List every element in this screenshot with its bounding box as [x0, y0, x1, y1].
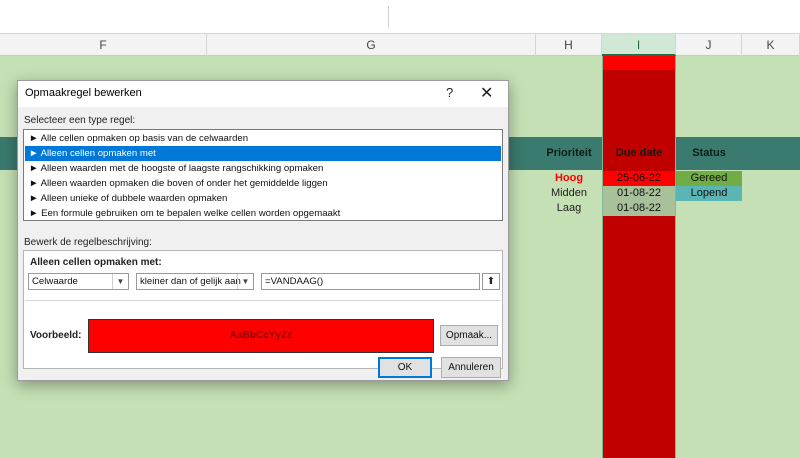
cell-prioriteit-3[interactable]: Laag: [536, 201, 602, 216]
close-icon[interactable]: ✕: [480, 83, 493, 103]
cell-prioriteit-2[interactable]: Midden: [536, 186, 602, 201]
ribbon-strip: [0, 0, 800, 34]
rule-type-item[interactable]: ► Alle cellen opmaken op basis van de ce…: [25, 131, 501, 146]
rule-type-item[interactable]: ► Alleen waarden met de hoogste of laags…: [25, 161, 501, 176]
rule-type-list[interactable]: ► Alle cellen opmaken op basis van de ce…: [23, 129, 503, 221]
rule-description-panel: Alleen cellen opmaken met: Celwaarde ▼ k…: [23, 250, 503, 369]
divider: [25, 300, 501, 301]
operator-combo[interactable]: kleiner dan of gelijk aan ▼: [136, 273, 254, 290]
column-header-i[interactable]: I: [602, 34, 676, 56]
rule-type-item[interactable]: ► Alleen unieke of dubbele waarden opmak…: [25, 191, 501, 206]
cell-due-date-1[interactable]: 25-06-22: [603, 171, 675, 186]
header-due-date[interactable]: Due date: [602, 137, 676, 170]
ok-button[interactable]: OK: [378, 357, 432, 378]
cancel-button[interactable]: Annuleren: [441, 357, 501, 378]
edit-formatting-rule-dialog: Opmaakregel bewerken ? ✕ Selecteer een t…: [17, 80, 509, 381]
column-header-row: F G H I J K: [0, 34, 800, 56]
column-header-g[interactable]: G: [207, 34, 536, 56]
cell-status-2[interactable]: Lopend: [676, 186, 742, 201]
due-date-column-top: [603, 56, 675, 70]
cell-status-1[interactable]: Gereed: [676, 171, 742, 186]
cell-due-date-3[interactable]: 01-08-22: [603, 201, 675, 216]
rule-type-item[interactable]: ► Een formule gebruiken om te bepalen we…: [25, 206, 501, 221]
column-header-k[interactable]: K: [742, 34, 800, 56]
format-preview: AaBbCcYyZz: [88, 319, 434, 353]
column-header-j[interactable]: J: [676, 34, 742, 56]
column-header-f[interactable]: F: [0, 34, 207, 56]
edit-description-label: Bewerk de regelbeschrijving:: [24, 237, 152, 248]
format-only-cells-label: Alleen cellen opmaken met:: [30, 257, 162, 268]
cell-value-combo[interactable]: Celwaarde ▼: [28, 273, 129, 290]
dialog-title: Opmaakregel bewerken: [25, 87, 142, 99]
due-date-column-highlight: [602, 56, 676, 458]
chevron-down-icon: ▼: [237, 274, 253, 289]
range-picker-icon[interactable]: ⬆: [482, 273, 500, 290]
chevron-down-icon: ▼: [112, 274, 128, 289]
rule-type-item[interactable]: ► Alleen waarden opmaken die boven of on…: [25, 176, 501, 191]
operator-combo-text: kleiner dan of gelijk aan: [140, 276, 241, 287]
cell-value-combo-text: Celwaarde: [32, 276, 78, 287]
cell-due-date-2[interactable]: 01-08-22: [603, 186, 675, 201]
column-header-h[interactable]: H: [536, 34, 602, 56]
help-icon[interactable]: ?: [446, 85, 453, 100]
divider: [388, 6, 389, 28]
select-rule-type-label: Selecteer een type regel:: [24, 115, 136, 126]
dialog-titlebar: Opmaakregel bewerken ? ✕: [18, 81, 508, 107]
formula-input[interactable]: =VANDAAG(): [261, 273, 480, 290]
header-status[interactable]: Status: [676, 137, 742, 170]
header-prioriteit[interactable]: Prioriteit: [536, 137, 602, 170]
format-button[interactable]: Opmaak...: [440, 325, 498, 346]
cell-prioriteit-1[interactable]: Hoog: [536, 171, 602, 186]
rule-type-item-selected[interactable]: ► Alleen cellen opmaken met: [25, 146, 501, 161]
preview-label: Voorbeeld:: [30, 330, 82, 341]
